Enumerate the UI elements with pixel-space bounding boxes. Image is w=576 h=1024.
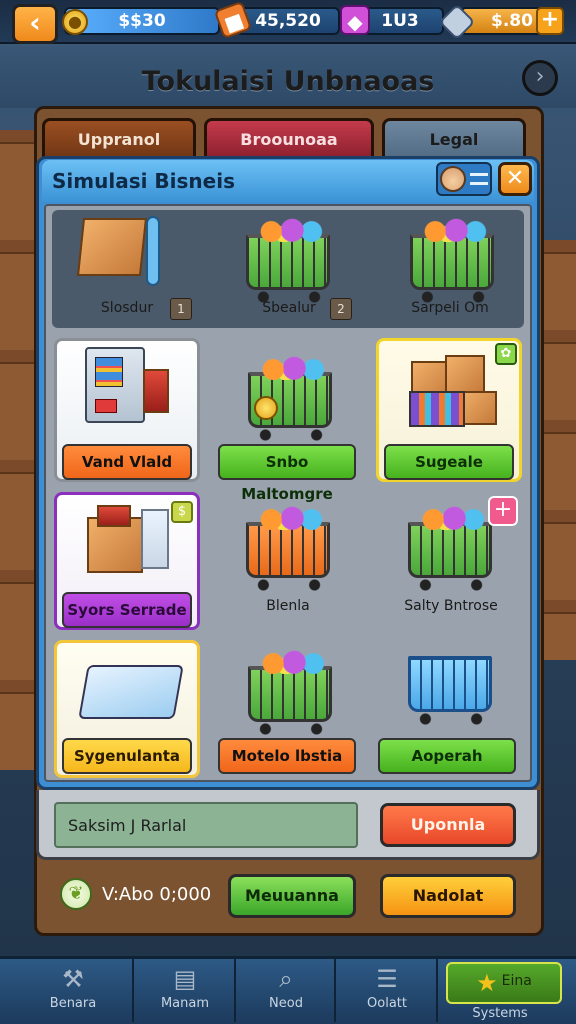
shopping-cart-icon <box>408 504 492 591</box>
card-label[interactable]: Syors Serrade <box>62 592 192 628</box>
count-badge: 2 <box>330 298 352 320</box>
coin-icon: ● <box>62 9 88 35</box>
leaf-icon: ❦ <box>60 878 92 910</box>
card-label: Blenla <box>266 598 310 614</box>
gold-value: $.80 <box>491 11 533 31</box>
top-item-label: Sarpeli Om <box>411 300 489 316</box>
panel-title: Simulasi Bisneis <box>52 169 235 193</box>
add-item-button[interactable]: + <box>488 496 518 526</box>
books-icon: ☰ <box>376 965 398 993</box>
nav-item-benara[interactable]: ⚒ Benara <box>14 958 134 1022</box>
gems-counter: ◆ 1U3 <box>340 5 444 35</box>
search-icon: ⌕ <box>279 965 293 993</box>
basket-icon <box>408 656 492 725</box>
shopping-cart-icon <box>410 216 494 303</box>
nav-item-systems[interactable]: ★ Eina <box>446 962 562 1004</box>
nav-label: Manam <box>160 996 210 1011</box>
shopping-cart-icon <box>248 648 332 735</box>
coin-icon <box>254 396 278 420</box>
display-device-icon <box>78 665 184 719</box>
crates-value: 45,520 <box>255 11 321 31</box>
shopping-cart-icon <box>246 216 330 303</box>
count-badge: 1 <box>170 298 192 320</box>
crate-icon <box>409 391 465 427</box>
coins-counter: ● $$30 <box>62 7 220 35</box>
tab-legal[interactable]: Legal <box>382 118 526 160</box>
gold-counter: $.80 + <box>438 3 564 41</box>
value-label: V:Abo 0;000 <box>102 884 212 905</box>
crates-counter: ■ 45,520 <box>213 0 340 40</box>
document-icon: ▤ <box>173 965 197 993</box>
card-label: Salty Bntrose <box>404 598 498 614</box>
star-icon: ★ <box>476 969 498 997</box>
back-button[interactable]: ‹ <box>12 4 58 44</box>
page-title: Tokulaisi Unbnaoas <box>141 66 435 97</box>
card-label[interactable]: Sygenulanta <box>62 738 192 774</box>
close-button[interactable]: ✕ <box>498 162 532 196</box>
red-box-icon <box>143 369 169 413</box>
nav-item-oolatt[interactable]: ☰ Oolatt <box>338 958 438 1022</box>
nav-item-neod[interactable]: ⌕ Neod <box>238 958 336 1022</box>
nav-label: Systems <box>472 1006 528 1021</box>
tab-uppranol[interactable]: Uppranol <box>42 118 196 160</box>
shelf-icon <box>141 509 169 569</box>
card-blenla[interactable]: Blenla <box>218 496 358 626</box>
nav-label: Neod <box>269 996 303 1011</box>
next-page-button[interactable]: › <box>522 60 558 96</box>
card-aoperah[interactable] <box>386 640 516 740</box>
manage-button[interactable]: Meuuanna <box>228 874 356 918</box>
tab-broounoaa[interactable]: Broounoaa <box>204 118 374 160</box>
red-box-icon <box>97 505 131 527</box>
close-icon: ✕ <box>505 166 525 191</box>
nadolat-button[interactable]: Nadolat <box>380 874 516 918</box>
cash-icon: $ <box>171 501 193 523</box>
chevron-right-icon: › <box>535 64 545 89</box>
card-label[interactable]: Motelo lbstia <box>218 738 356 774</box>
upgrade-button[interactable]: Uponnla <box>380 803 516 847</box>
box-stack-icon <box>445 355 485 395</box>
card-label[interactable]: Snbo Maltomgre <box>218 444 356 503</box>
menu-icon <box>470 173 488 185</box>
nav-item-manam[interactable]: ▤ Manam <box>136 958 236 1022</box>
scanner-icon <box>146 216 160 286</box>
nav-label: Oolatt <box>367 996 407 1011</box>
card-motelo-lbstia[interactable] <box>218 640 358 740</box>
avatar-icon <box>440 166 466 192</box>
top-item-sarpeli-om[interactable]: Sarpeli Om <box>388 212 512 326</box>
chevron-left-icon: ‹ <box>29 6 41 39</box>
background-shelf-right <box>540 240 576 660</box>
card-label[interactable]: Vand Vlald <box>62 444 192 480</box>
nav-active-label: Eina <box>501 973 532 989</box>
cardboard-box-icon <box>76 218 148 276</box>
card-label[interactable]: Aoperah <box>378 738 516 774</box>
profile-button[interactable] <box>436 162 492 196</box>
search-input[interactable] <box>54 802 358 848</box>
vending-machine-icon <box>85 347 145 423</box>
nav-label: Benara <box>49 996 97 1011</box>
shopping-cart-icon <box>246 504 330 591</box>
hammer-icon: ⚒ <box>62 965 84 993</box>
gem-icon: ◆ <box>340 5 370 35</box>
leaf-icon: ✿ <box>495 343 517 365</box>
gems-value: 1U3 <box>381 11 419 31</box>
card-label[interactable]: Sugeale <box>384 444 514 480</box>
coins-value: $$30 <box>118 11 166 31</box>
add-gold-button[interactable]: + <box>536 7 564 35</box>
